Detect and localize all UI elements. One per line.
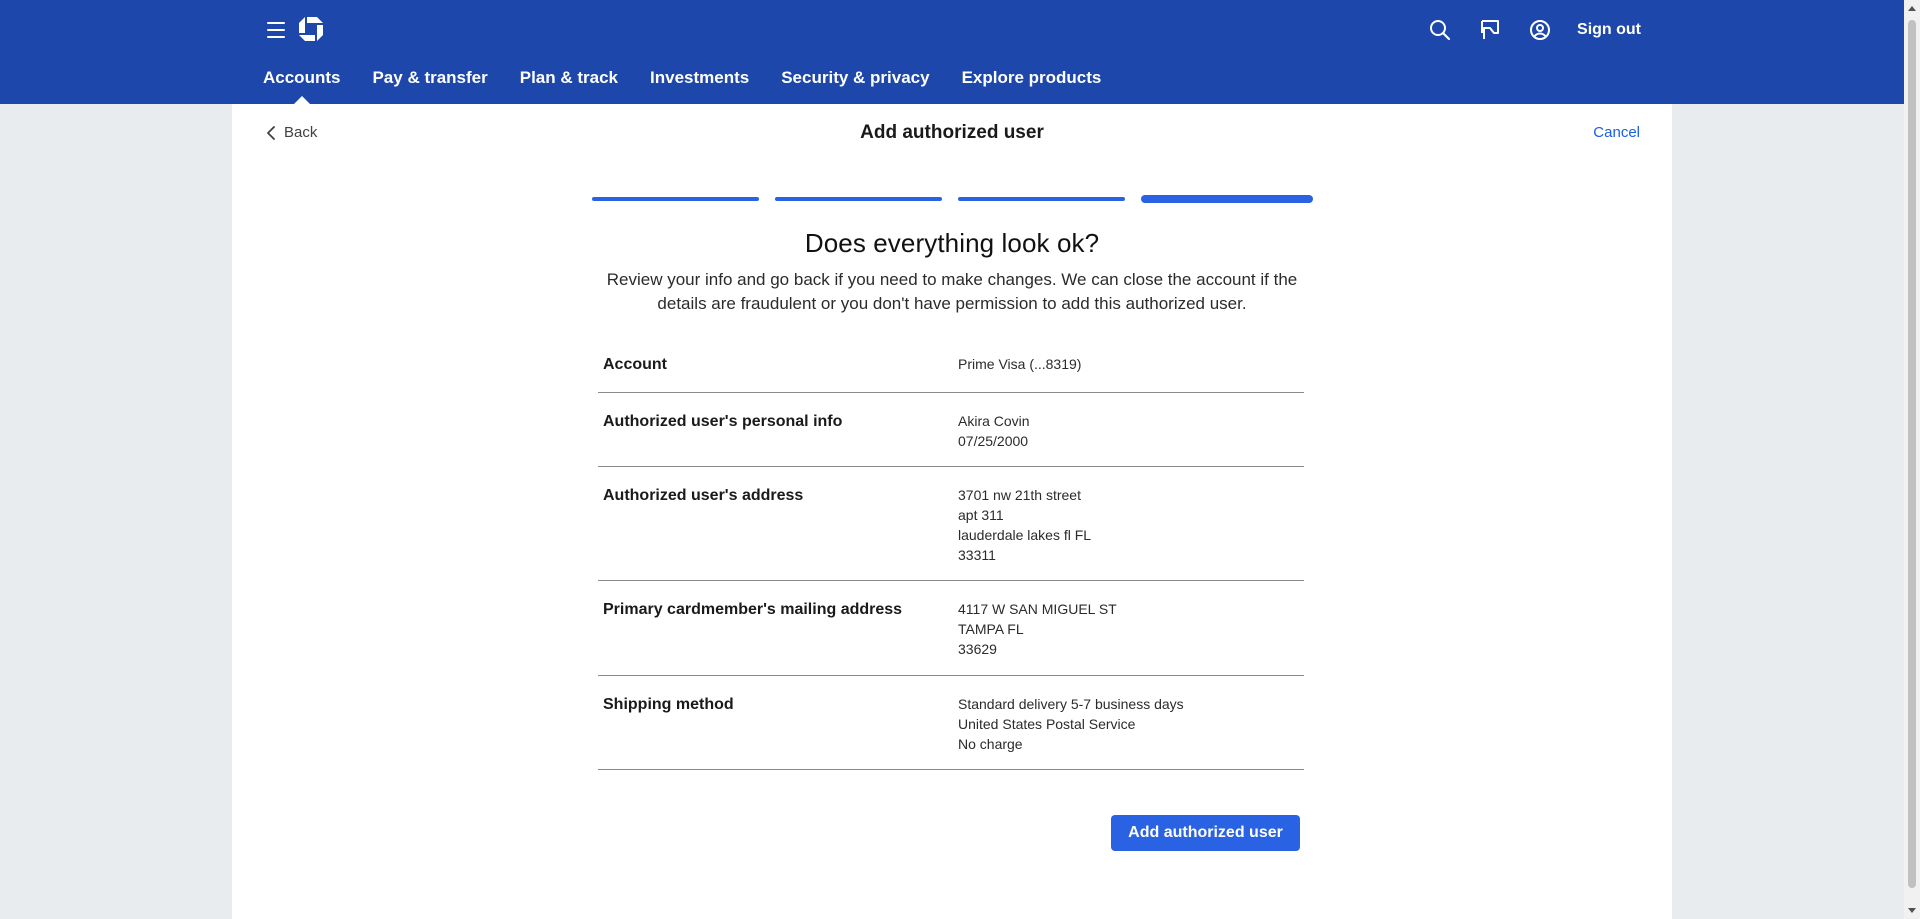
value-line: No charge	[958, 736, 1023, 752]
menu-icon[interactable]	[265, 19, 287, 41]
review-row-mailing-address: Primary cardmember's mailing address 411…	[598, 581, 1304, 676]
messages-flag-icon[interactable]	[1465, 14, 1515, 46]
value-line: apt 311	[958, 507, 1004, 523]
row-value: 3701 nw 21th street apt 311 lauderdale l…	[958, 485, 1304, 580]
progress-step-2	[775, 197, 942, 201]
cancel-link[interactable]: Cancel	[1593, 124, 1640, 141]
row-label: Authorized user's address	[603, 487, 804, 504]
header-actions: Sign out	[1415, 14, 1641, 46]
row-label: Primary cardmember's mailing address	[603, 601, 903, 618]
review-row-user-address: Authorized user's address 3701 nw 21th s…	[598, 467, 1304, 581]
row-label: Shipping method	[603, 696, 734, 713]
value-line: 3701 nw 21th street	[958, 487, 1081, 503]
row-label: Account	[603, 356, 667, 373]
review-row-account: Account Prime Visa (...8319)	[598, 338, 1304, 393]
review-row-personal-info: Authorized user's personal info Akira Co…	[598, 393, 1304, 467]
value-line: lauderdale lakes fl FL	[958, 527, 1092, 543]
review-subtext: Review your info and go back if you need…	[606, 270, 1298, 313]
profile-icon[interactable]	[1515, 14, 1565, 46]
row-value: Prime Visa (...8319)	[958, 354, 1304, 392]
value-line: Prime Visa (...8319)	[958, 356, 1082, 372]
value-line: 33311	[958, 547, 996, 563]
nav-pay-transfer[interactable]: Pay & transfer	[372, 68, 487, 104]
value-line: 07/25/2000	[958, 433, 1029, 449]
progress-step-1	[592, 197, 759, 201]
sign-out-link[interactable]: Sign out	[1577, 21, 1641, 39]
progress-step-3	[958, 197, 1125, 201]
value-line: TAMPA FL	[958, 621, 1024, 637]
row-value: 4117 W SAN MIGUEL ST TAMPA FL 33629	[958, 599, 1304, 675]
review-row-shipping: Shipping method Standard delivery 5-7 bu…	[598, 676, 1304, 770]
page-title: Add authorized user	[860, 122, 1044, 143]
nav-security-privacy[interactable]: Security & privacy	[781, 68, 929, 104]
scroll-down-arrow-icon[interactable]	[1908, 908, 1916, 913]
main-nav: Accounts Pay & transfer Plan & track Inv…	[263, 68, 1133, 104]
value-line: 4117 W SAN MIGUEL ST	[958, 601, 1117, 617]
top-header: Sign out Accounts Pay & transfer Plan & …	[0, 0, 1904, 104]
value-line: United States Postal Service	[958, 716, 1136, 732]
header-inner: Sign out Accounts Pay & transfer Plan & …	[263, 0, 1641, 104]
row-value: Standard delivery 5-7 business days Unit…	[958, 694, 1304, 769]
step-progress	[592, 195, 1313, 203]
search-icon[interactable]	[1415, 14, 1465, 46]
scrollbar-thumb[interactable]	[1908, 20, 1916, 888]
nav-accounts[interactable]: Accounts	[263, 68, 340, 104]
review-table: Account Prime Visa (...8319) Authorized …	[598, 338, 1304, 770]
row-value: Akira Covin 07/25/2000	[958, 411, 1304, 466]
nav-plan-track[interactable]: Plan & track	[520, 68, 618, 104]
row-label: Authorized user's personal info	[603, 413, 843, 430]
nav-explore-products[interactable]: Explore products	[962, 68, 1102, 104]
value-line: Standard delivery 5-7 business days	[958, 696, 1184, 712]
value-line: Akira Covin	[958, 413, 1030, 429]
progress-step-4	[1141, 195, 1313, 203]
scroll-up-arrow-icon[interactable]	[1908, 6, 1916, 11]
page-scrollbar[interactable]	[1904, 0, 1920, 919]
bank-logo[interactable]	[298, 16, 324, 42]
nav-investments[interactable]: Investments	[650, 68, 749, 104]
add-authorized-user-button[interactable]: Add authorized user	[1111, 815, 1300, 851]
value-line: 33629	[958, 641, 997, 657]
main-content: Back Add authorized user Cancel Does eve…	[232, 104, 1672, 919]
review-heading: Does everything look ok?	[804, 228, 1100, 258]
